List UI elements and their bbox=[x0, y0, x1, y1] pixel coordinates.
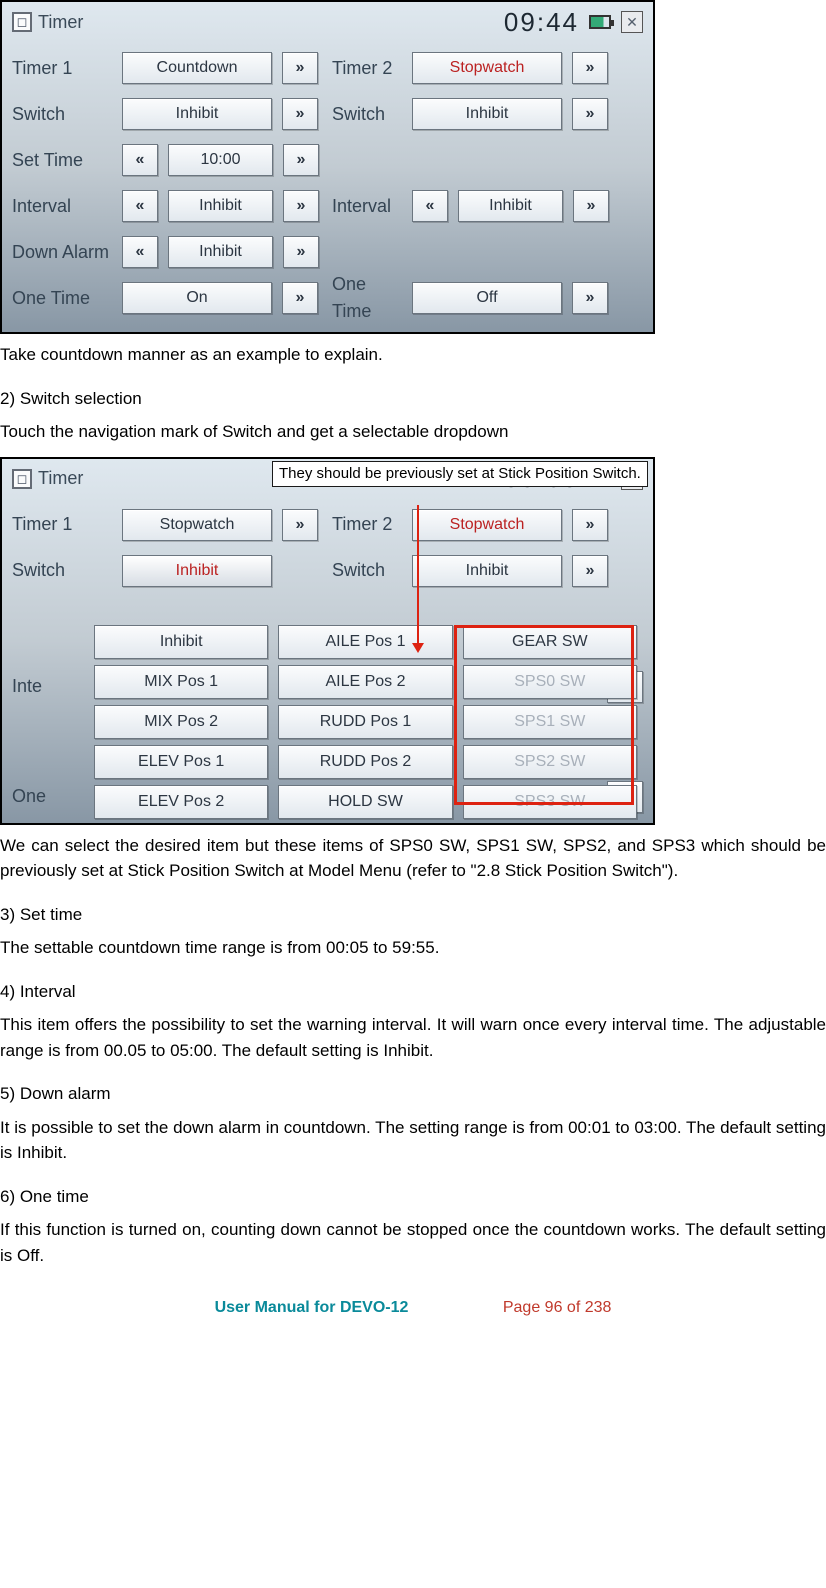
timer1-label: Timer 1 bbox=[12, 55, 112, 82]
heading-interval: 4) Interval bbox=[0, 979, 826, 1005]
option-mix-pos-2[interactable]: MIX Pos 2 bbox=[94, 705, 268, 739]
heading-switch-selection: 2) Switch selection bbox=[0, 386, 826, 412]
inte-label: Inte bbox=[12, 673, 62, 700]
onetime-right-label: One Time bbox=[332, 271, 402, 325]
option-aile-pos-2[interactable]: AILE Pos 2 bbox=[278, 665, 452, 699]
timer1-next-button[interactable]: » bbox=[282, 509, 318, 541]
option-rudd-pos-1[interactable]: RUDD Pos 1 bbox=[278, 705, 452, 739]
timer2-value-button[interactable]: Stopwatch bbox=[412, 509, 562, 541]
option-elev-pos-1[interactable]: ELEV Pos 1 bbox=[94, 745, 268, 779]
home-icon: ◻ bbox=[12, 469, 32, 489]
heading-one-time: 6) One time bbox=[0, 1184, 826, 1210]
settime-prev-button[interactable]: « bbox=[122, 144, 158, 176]
footer-page-number: Page 96 of 238 bbox=[503, 1299, 612, 1316]
callout-note: They should be previously set at Stick P… bbox=[272, 461, 648, 488]
timer2-value-button[interactable]: Stopwatch bbox=[412, 52, 562, 84]
timer-settings-screenshot-2: ◻ Timer 09:30 ✕ Timer 1 Stopwatch » Time… bbox=[0, 457, 655, 825]
battery-icon bbox=[589, 15, 611, 29]
option-elev-pos-2[interactable]: ELEV Pos 2 bbox=[94, 785, 268, 819]
home-icon: ◻ bbox=[12, 12, 32, 32]
downalarm-prev-button[interactable]: « bbox=[122, 236, 158, 268]
page-footer: User Manual for DEVO-12 Page 96 of 238 bbox=[0, 1296, 826, 1320]
paragraph-one-time: If this function is turned on, counting … bbox=[0, 1217, 826, 1268]
switch-right-value-button[interactable]: Inhibit bbox=[412, 555, 562, 587]
onetime-right-next-button[interactable]: » bbox=[572, 282, 608, 314]
footer-manual-title: User Manual for DEVO-12 bbox=[215, 1299, 409, 1316]
timer1-value-button[interactable]: Stopwatch bbox=[122, 509, 272, 541]
screen-title: Timer bbox=[38, 465, 83, 492]
option-hold-sw[interactable]: HOLD SW bbox=[278, 785, 452, 819]
interval-right-value-button[interactable]: Inhibit bbox=[458, 190, 563, 222]
timer-settings-screenshot-1: ◻ Timer 09:44 ✕ Timer 1 Countdown » Time… bbox=[0, 0, 655, 334]
downalarm-next-button[interactable]: » bbox=[283, 236, 319, 268]
interval-right-label: Interval bbox=[332, 193, 402, 220]
callout-arrow-line bbox=[417, 505, 419, 647]
paragraph-intro: Take countdown manner as an example to e… bbox=[0, 342, 826, 368]
settime-label: Set Time bbox=[12, 147, 112, 174]
timer2-label: Timer 2 bbox=[332, 511, 402, 538]
screen-title: Timer bbox=[38, 9, 83, 36]
highlight-sps-options bbox=[454, 625, 634, 805]
switch-left-value-button[interactable]: Inhibit bbox=[122, 98, 272, 130]
interval-right-prev-button[interactable]: « bbox=[412, 190, 448, 222]
titlebar: ◻ Timer 09:44 ✕ bbox=[12, 8, 643, 36]
option-mix-pos-1[interactable]: MIX Pos 1 bbox=[94, 665, 268, 699]
settime-value-button[interactable]: 10:00 bbox=[168, 144, 273, 176]
switch-left-label: Switch bbox=[12, 557, 112, 584]
timer1-label: Timer 1 bbox=[12, 511, 112, 538]
paragraph-sps-note: We can select the desired item but these… bbox=[0, 833, 826, 884]
option-aile-pos-1[interactable]: AILE Pos 1 bbox=[278, 625, 452, 659]
timer1-next-button[interactable]: » bbox=[282, 52, 318, 84]
clock-time: 09:44 bbox=[504, 3, 579, 42]
switch-right-next-button[interactable]: » bbox=[572, 98, 608, 130]
onetime-left-value-button[interactable]: On bbox=[122, 282, 272, 314]
downalarm-value-button[interactable]: Inhibit bbox=[168, 236, 273, 268]
heading-down-alarm: 5) Down alarm bbox=[0, 1081, 826, 1107]
option-rudd-pos-2[interactable]: RUDD Pos 2 bbox=[278, 745, 452, 779]
timer2-next-button[interactable]: » bbox=[572, 52, 608, 84]
switch-right-value-button[interactable]: Inhibit bbox=[412, 98, 562, 130]
downalarm-label: Down Alarm bbox=[12, 239, 112, 266]
timer1-value-button[interactable]: Countdown bbox=[122, 52, 272, 84]
switch-left-next-button[interactable]: » bbox=[282, 98, 318, 130]
switch-right-next-button[interactable]: » bbox=[572, 555, 608, 587]
close-icon: ✕ bbox=[621, 11, 643, 33]
interval-right-next-button[interactable]: » bbox=[573, 190, 609, 222]
switch-left-label: Switch bbox=[12, 101, 112, 128]
switch-right-label: Switch bbox=[332, 101, 402, 128]
paragraph-switch-selection: Touch the navigation mark of Switch and … bbox=[0, 419, 826, 445]
switch-left-value-button[interactable]: Inhibit bbox=[122, 555, 272, 587]
timer2-next-button[interactable]: » bbox=[572, 509, 608, 541]
interval-left-next-button[interactable]: » bbox=[283, 190, 319, 222]
timer2-label: Timer 2 bbox=[332, 55, 402, 82]
interval-left-value-button[interactable]: Inhibit bbox=[168, 190, 273, 222]
one-label: One bbox=[12, 783, 62, 810]
paragraph-set-time: The settable countdown time range is fro… bbox=[0, 935, 826, 961]
callout-arrow-head bbox=[412, 643, 424, 653]
onetime-right-value-button[interactable]: Off bbox=[412, 282, 562, 314]
onetime-left-label: One Time bbox=[12, 285, 112, 312]
option-inhibit[interactable]: Inhibit bbox=[94, 625, 268, 659]
switch-right-label: Switch bbox=[332, 557, 402, 584]
settime-next-button[interactable]: » bbox=[283, 144, 319, 176]
heading-set-time: 3) Set time bbox=[0, 902, 826, 928]
onetime-left-next-button[interactable]: » bbox=[282, 282, 318, 314]
paragraph-down-alarm: It is possible to set the down alarm in … bbox=[0, 1115, 826, 1166]
paragraph-interval: This item offers the possibility to set … bbox=[0, 1012, 826, 1063]
interval-left-prev-button[interactable]: « bbox=[122, 190, 158, 222]
interval-left-label: Interval bbox=[12, 193, 112, 220]
